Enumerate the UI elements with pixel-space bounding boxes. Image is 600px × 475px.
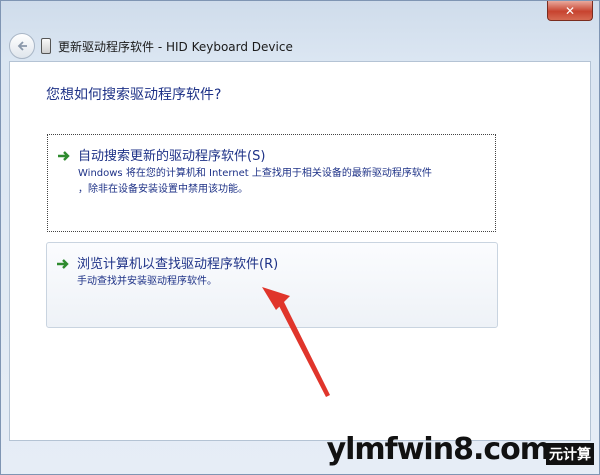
watermark: ylmfwin8.com 元计算 — [327, 432, 594, 467]
watermark-subtext: 元计算 — [546, 443, 594, 465]
watermark-text: ylmfwin8.com — [326, 432, 551, 467]
annotation-arrow-icon — [262, 287, 330, 397]
